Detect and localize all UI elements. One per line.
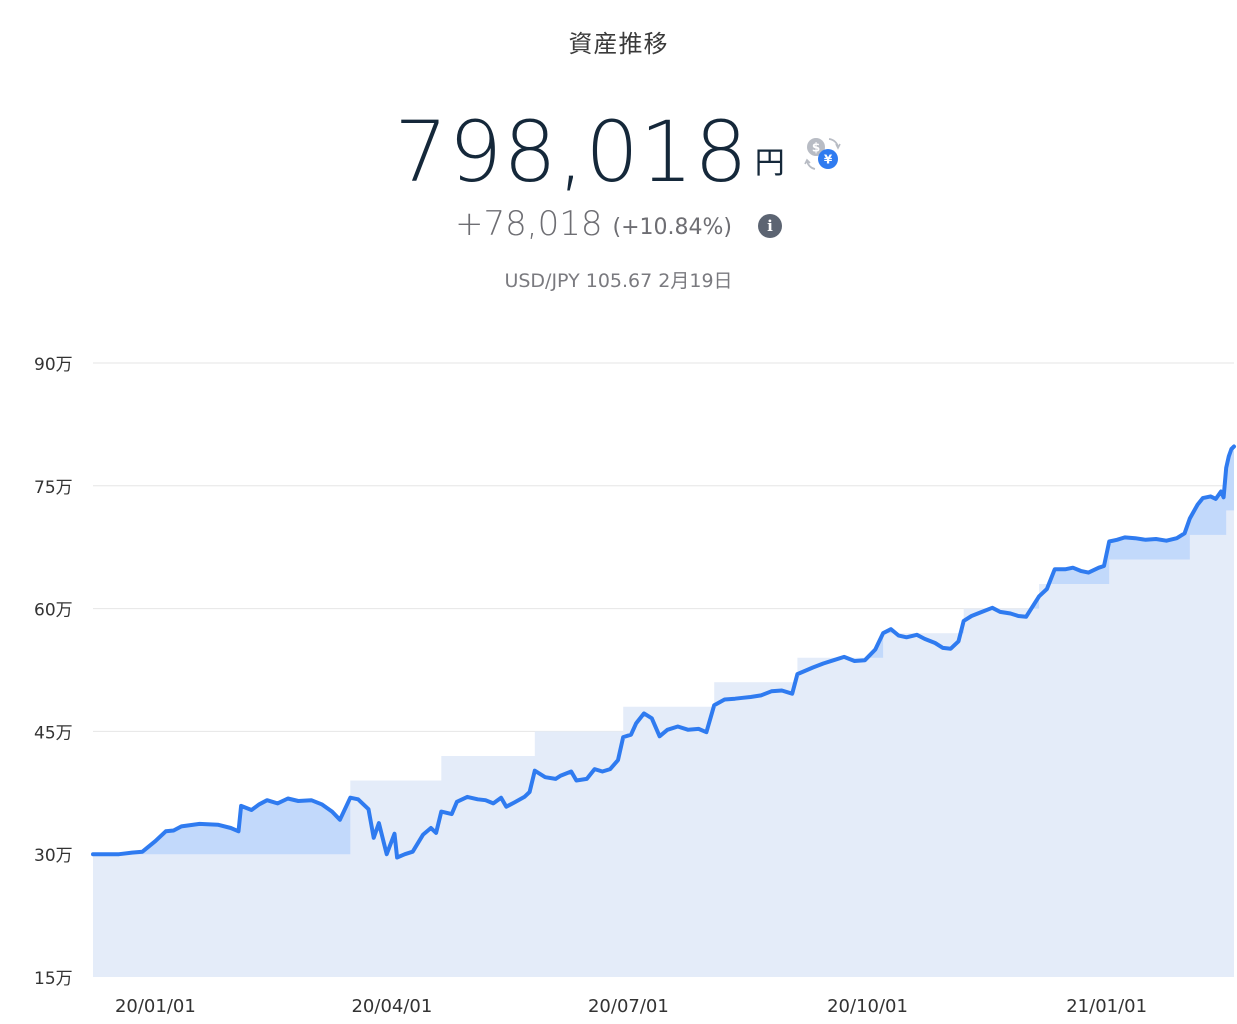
- yen-symbol: ¥: [824, 153, 833, 167]
- y-tick-label: 75万: [34, 478, 73, 498]
- y-tick-label: 60万: [34, 601, 73, 621]
- profit-value: +78,018: [455, 204, 603, 244]
- x-tick-label: 20/04/01: [351, 996, 432, 1017]
- x-tick-label: 20/01/01: [115, 996, 196, 1017]
- profit-row: +78,018 (+10.84%) i: [0, 204, 1237, 244]
- x-axis: 20/01/01 20/04/01 20/07/01 20/10/01 21/01/01: [115, 996, 1147, 1017]
- x-tick-label: 21/01/01: [1066, 996, 1147, 1017]
- exchange-rate: USD/JPY 105.67 2月19日: [504, 270, 733, 292]
- currency-switch-icon[interactable]: $ ¥: [803, 134, 843, 174]
- x-tick-label: 20/07/01: [588, 996, 669, 1017]
- y-tick-label: 90万: [34, 355, 73, 375]
- x-tick-label: 20/10/01: [827, 996, 908, 1017]
- page-title: 資産推移: [568, 30, 669, 58]
- asset-chart: 15万 30万 45万 60万 75万 90万 20/01/01 20/04/01 20/07…: [34, 355, 1236, 1017]
- chart-areas: [91, 444, 1236, 977]
- y-axis: 15万 30万 45万 60万 75万 90万: [34, 355, 73, 989]
- total-asset: 798,018 円 $ ¥: [0, 104, 1237, 200]
- profit-percent: (+10.84%): [612, 214, 732, 240]
- y-tick-label: 45万: [34, 723, 73, 743]
- dollar-symbol: $: [812, 141, 820, 155]
- total-asset-unit: 円: [754, 146, 785, 181]
- total-asset-value: 798,018: [394, 103, 749, 201]
- y-tick-label: 15万: [34, 969, 73, 989]
- y-tick-label: 30万: [34, 846, 73, 866]
- info-icon[interactable]: i: [757, 214, 782, 238]
